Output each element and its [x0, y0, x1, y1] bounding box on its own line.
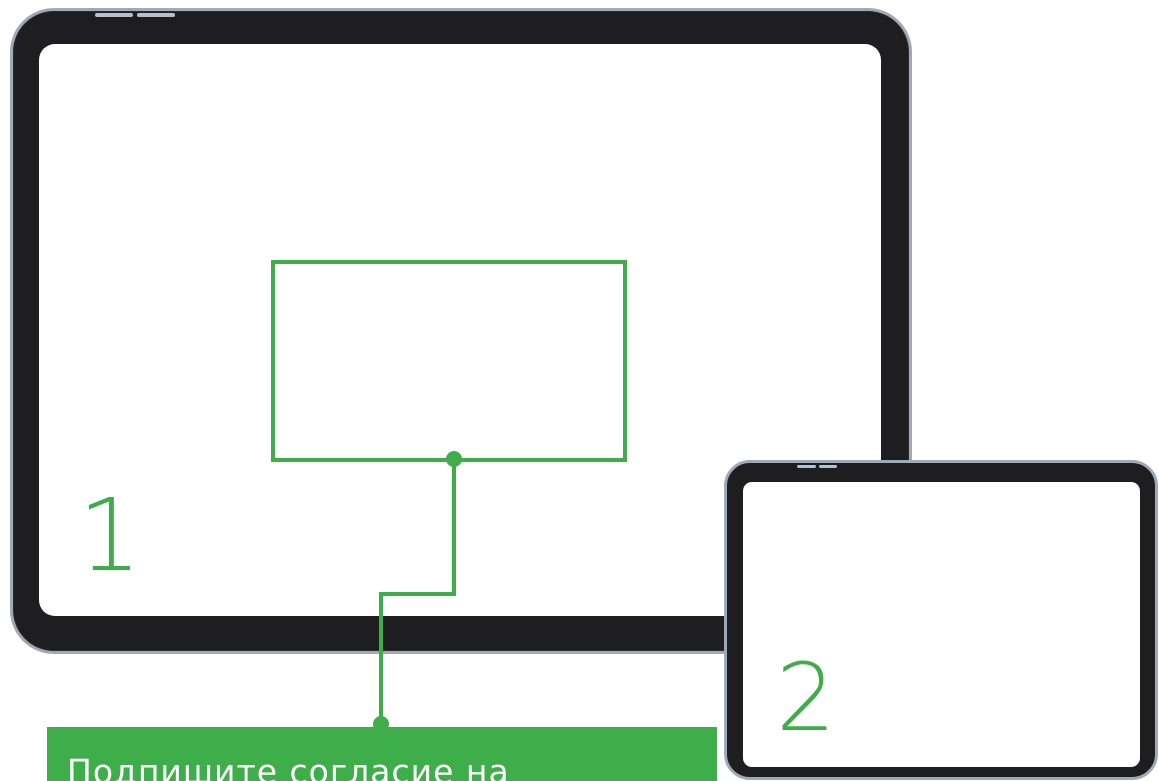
- signature-area-highlight: [271, 260, 627, 462]
- caption-box: Подпишите согласие на: [47, 727, 717, 781]
- tablet-2-number: 2: [776, 644, 836, 753]
- tablet-1-number: 1: [78, 477, 142, 594]
- connector-start-dot: [446, 451, 462, 467]
- callout-connector-line: [379, 460, 456, 727]
- callout-overlay: [271, 260, 627, 732]
- caption-text: Подпишите согласие на: [67, 752, 510, 781]
- diagram-canvas: 1 2 Подпишите согласие на: [0, 0, 1159, 781]
